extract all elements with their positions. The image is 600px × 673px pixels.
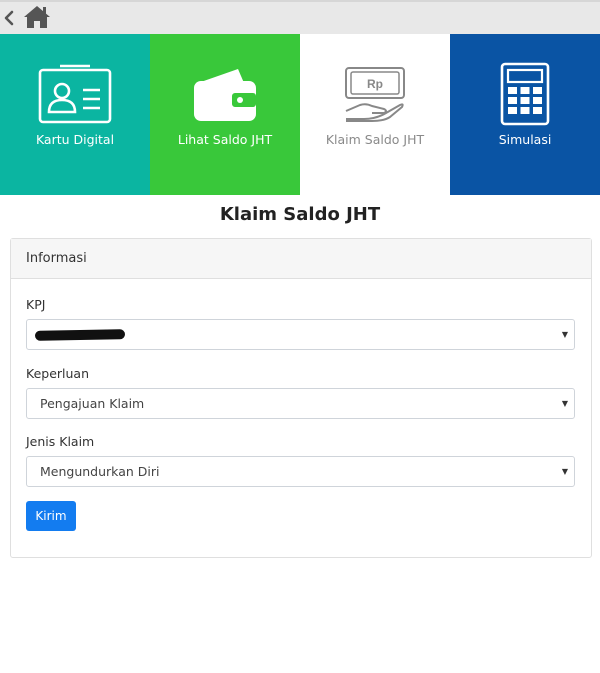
money-hand-icon: Rp <box>345 67 405 122</box>
tile-simulasi[interactable]: Simulasi <box>450 34 600 195</box>
tile-kartu-digital[interactable]: Kartu Digital <box>0 34 150 195</box>
kirim-button[interactable]: Kirim <box>26 501 76 531</box>
informasi-card: Informasi KPJ ▼ Keperluan Pengajuan Klai… <box>10 238 592 558</box>
jenis-klaim-select[interactable]: Mengundurkan Diri ▼ <box>26 456 575 487</box>
tile-lihat-saldo-jht[interactable]: Lihat Saldo JHT <box>150 34 300 195</box>
jenis-klaim-label: Jenis Klaim <box>26 434 95 449</box>
card-header: Informasi <box>11 239 591 279</box>
kpj-label: KPJ <box>26 297 46 312</box>
keperluan-value: Pengajuan Klaim <box>40 396 145 411</box>
home-button[interactable] <box>22 3 52 31</box>
tile-klaim-saldo-jht[interactable]: Rp Klaim Saldo JHT <box>300 34 450 195</box>
money-note-text: Rp <box>367 77 383 91</box>
caret-down-icon: ▼ <box>561 467 568 476</box>
home-icon <box>24 6 50 28</box>
chevron-left-icon <box>4 10 14 26</box>
tile-label: Simulasi <box>498 132 552 147</box>
id-card-icon <box>38 64 112 124</box>
menu-tiles: Kartu Digital Lihat Saldo JHT Rp Klaim S… <box>0 34 600 195</box>
caret-down-icon: ▼ <box>561 399 568 408</box>
tile-label: Klaim Saldo JHT <box>325 132 425 147</box>
keperluan-select[interactable]: Pengajuan Klaim ▼ <box>26 388 575 419</box>
tile-label: Lihat Saldo JHT <box>177 132 273 147</box>
page-title: Klaim Saldo JHT <box>219 204 381 225</box>
tile-label: Kartu Digital <box>35 132 115 147</box>
jenis-klaim-value: Mengundurkan Diri <box>40 464 160 479</box>
keperluan-label: Keperluan <box>26 366 90 381</box>
redacted-value <box>34 329 126 341</box>
top-bar <box>0 0 600 34</box>
kpj-select[interactable]: ▼ <box>26 319 575 350</box>
back-button[interactable] <box>2 8 16 28</box>
wallet-icon <box>194 69 256 121</box>
caret-down-icon: ▼ <box>561 330 568 339</box>
calculator-icon <box>500 62 550 126</box>
